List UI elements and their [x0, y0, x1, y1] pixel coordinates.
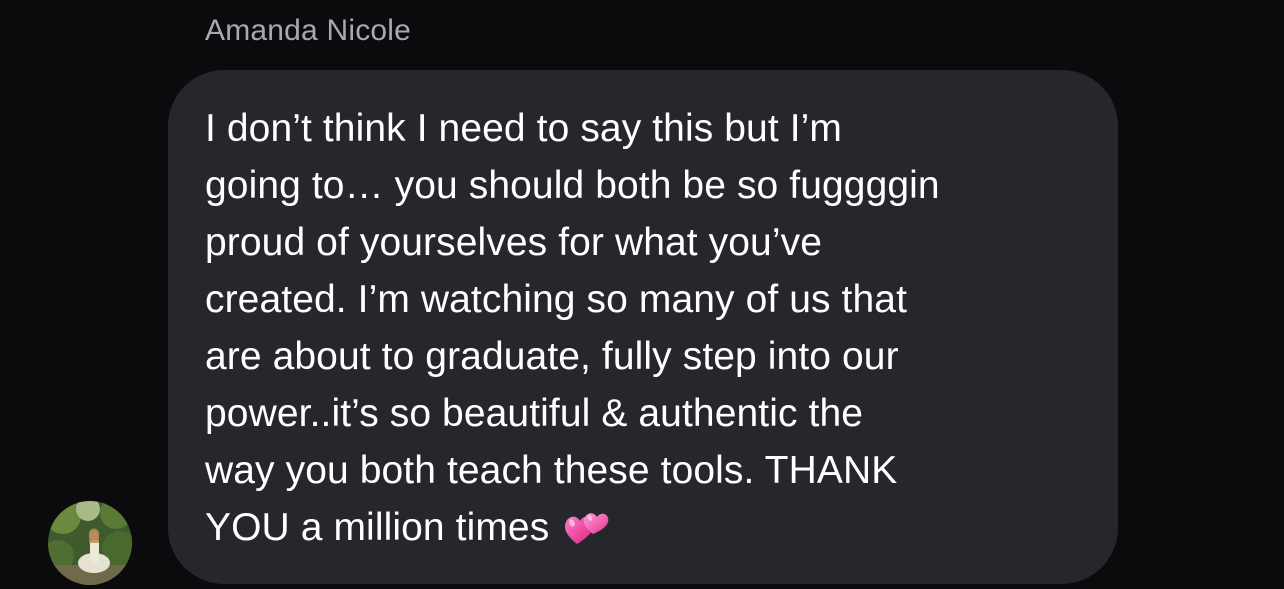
message-last-line: YOU a million times [205, 499, 1082, 556]
message-line: power..it’s so beautiful & authentic the [205, 392, 864, 435]
sender-name: Amanda Nicole [205, 14, 412, 47]
message-line: created. I’m watching so many of us that [205, 278, 908, 321]
message-line: are about to graduate, fully step into o… [205, 335, 899, 378]
message-line: going to… you should both be so fuggggin [205, 164, 940, 207]
message-line: way you both teach these tools. THANK [205, 449, 898, 492]
message-line: I don’t think I need to say this but I’m [205, 107, 843, 150]
avatar-photo [48, 501, 132, 585]
avatar[interactable] [48, 501, 132, 585]
two-hearts-icon [563, 504, 611, 552]
message-bubble[interactable]: I don’t think I need to say this but I’m… [168, 70, 1118, 584]
message-line: YOU a million times [205, 506, 550, 549]
message-line: proud of yourselves for what you’ve [205, 221, 822, 264]
